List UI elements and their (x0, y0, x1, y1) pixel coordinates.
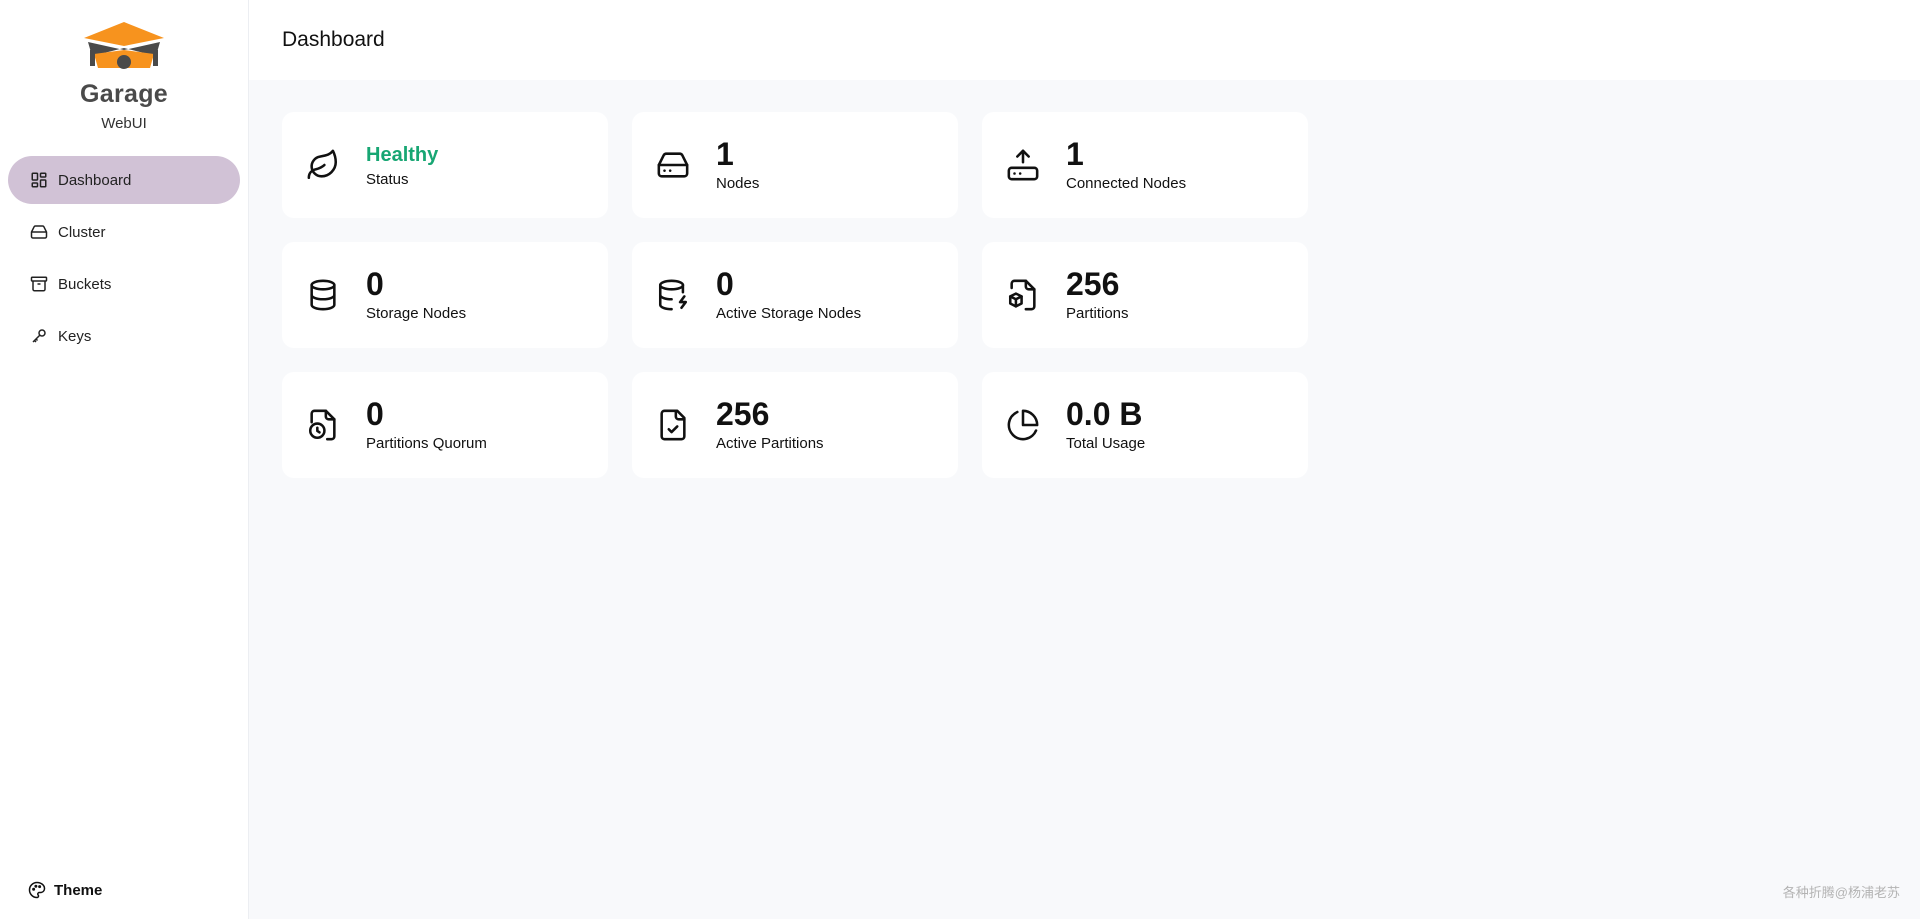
active-storage-nodes-value: 0 (716, 265, 734, 302)
status-value: Healthy (366, 143, 439, 166)
database-icon (310, 279, 336, 311)
app: Garage WebUI Dashboard Cluster Buckets K… (0, 0, 1920, 919)
pie-chart-icon (1007, 409, 1039, 441)
sidebar-item-label: Dashboard (58, 171, 132, 189)
sidebar-item-buckets[interactable]: Buckets (8, 260, 240, 308)
total-usage-value: 0.0 B (1066, 395, 1143, 432)
active-partitions-value: 256 (716, 395, 770, 432)
total-usage-label: Total Usage (1066, 435, 1146, 453)
topbar: Dashboard (249, 0, 1920, 80)
partitions-label: Partitions (1066, 305, 1129, 323)
stat-card-storage-nodes: 0 Storage Nodes (282, 242, 608, 348)
key-icon (32, 329, 46, 343)
theme-label: Theme (54, 881, 103, 899)
hard-drive-icon (657, 152, 689, 178)
theme-button[interactable]: Theme (28, 881, 102, 899)
storage-nodes-label: Storage Nodes (366, 305, 467, 323)
sidebar-nav: Dashboard Cluster Buckets Keys (0, 156, 248, 360)
partitions-quorum-value: 0 (366, 395, 384, 432)
main-content: Dashboard Healthy Status 1 Nodes 1 Conne… (249, 0, 1920, 919)
leaf-icon (307, 149, 338, 180)
brand: Garage WebUI (0, 0, 248, 132)
sidebar-item-label: Buckets (58, 275, 112, 293)
active-partitions-label: Active Partitions (716, 435, 824, 453)
stats-grid: Healthy Status 1 Nodes 1 Connected Nodes… (249, 80, 1920, 478)
sidebar-item-cluster[interactable]: Cluster (8, 208, 240, 256)
hard-drive-icon (30, 225, 48, 239)
palette-icon (28, 881, 46, 899)
file-clock-icon (308, 409, 336, 441)
dashboard-icon (31, 172, 47, 188)
garage-logo-icon (84, 22, 164, 69)
stat-card-total-usage: 0.0 B Total Usage (982, 372, 1308, 478)
nodes-label: Nodes (716, 175, 760, 193)
active-storage-nodes-label: Active Storage Nodes (716, 305, 862, 323)
watermark-text: 各种折腾@杨浦老苏 (1782, 885, 1900, 900)
stat-card-active-storage-nodes: 0 Active Storage Nodes (632, 242, 958, 348)
partitions-quorum-label: Partitions Quorum (366, 435, 487, 453)
file-check-icon (660, 409, 686, 441)
stat-card-nodes: 1 Nodes (632, 112, 958, 218)
stat-card-partitions: 256 Partitions (982, 242, 1308, 348)
sidebar: Garage WebUI Dashboard Cluster Buckets K… (0, 0, 249, 919)
sidebar-item-dashboard[interactable]: Dashboard (8, 156, 240, 204)
storage-nodes-value: 0 (366, 265, 384, 302)
status-label: Status (366, 170, 409, 188)
sidebar-item-label: Cluster (58, 223, 106, 241)
page-title: Dashboard (282, 28, 385, 51)
stat-card-connected-nodes: 1 Connected Nodes (982, 112, 1308, 218)
connected-nodes-label: Connected Nodes (1066, 175, 1187, 193)
nodes-value: 1 (716, 135, 734, 172)
archive-icon (30, 276, 48, 292)
partitions-value: 256 (1066, 265, 1120, 302)
stat-card-partitions-quorum: 0 Partitions Quorum (282, 372, 608, 478)
database-bolt-icon (658, 279, 688, 311)
stat-card-active-partitions: 256 Active Partitions (632, 372, 958, 478)
upload-drive-icon (1007, 149, 1039, 181)
brand-subtitle: WebUI (101, 115, 147, 132)
connected-nodes-value: 1 (1066, 135, 1084, 172)
sidebar-item-label: Keys (58, 327, 92, 345)
file-box-icon (1008, 279, 1036, 311)
sidebar-item-keys[interactable]: Keys (8, 312, 240, 360)
stat-card-status: Healthy Status (282, 112, 608, 218)
brand-name: Garage (80, 80, 168, 108)
